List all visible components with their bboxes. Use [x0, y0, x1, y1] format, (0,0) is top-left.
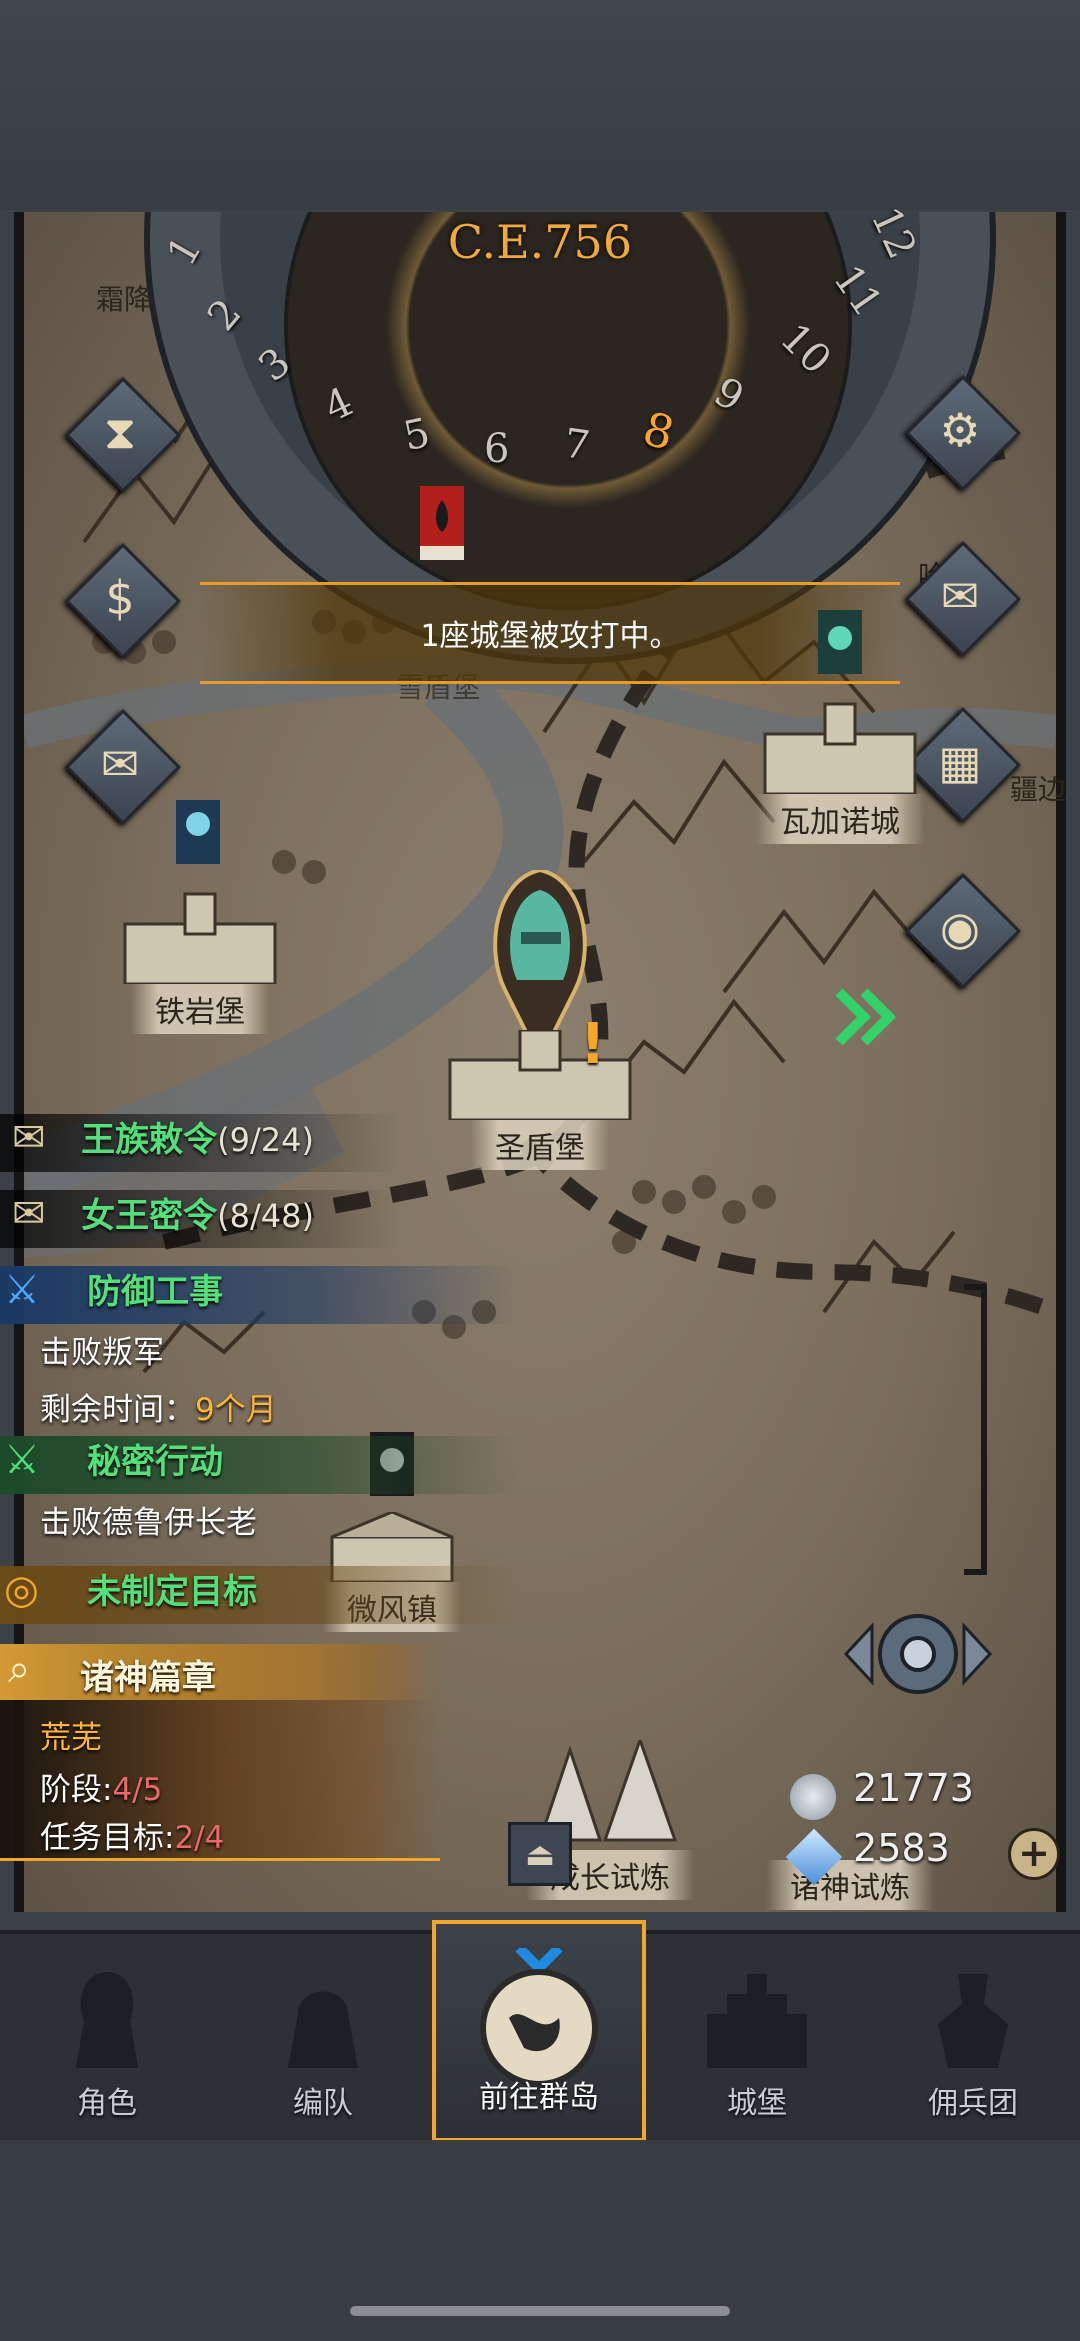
nav-castle[interactable]: 城堡	[650, 1934, 864, 2144]
chapter-name: 荒芜	[40, 1720, 102, 1756]
quest-progress: (8/48)	[217, 1197, 314, 1235]
target-check-icon: ◎	[4, 1567, 39, 1613]
add-resource-button[interactable]: +	[1008, 1828, 1060, 1880]
quest-unset-goal[interactable]: ◎ 未制定目标	[4, 1564, 257, 1613]
nav-character[interactable]: 角色	[0, 1934, 214, 2144]
coin-button[interactable]: ◉	[905, 873, 1021, 989]
time-label: 剩余时间：	[40, 1392, 195, 1428]
nav-formation[interactable]: 编队	[216, 1934, 430, 2144]
city-label: 瓦加诺城	[756, 794, 924, 844]
quest-title: 秘密行动	[87, 1442, 224, 1482]
castle-icon	[123, 892, 277, 984]
quest-progress: (9/24)	[217, 1121, 314, 1159]
quest-desc: 击败叛军	[40, 1335, 164, 1371]
quest-queen-secret[interactable]: ✉ 女王密令(8/48)	[12, 1188, 314, 1237]
map-label-border: 疆边	[1010, 773, 1067, 806]
magnifier-icon: ⌕	[8, 1646, 31, 1692]
quest-title: 防御工事	[87, 1272, 224, 1312]
castle-icon	[763, 702, 917, 794]
quest-defense[interactable]: ⚔ 防御工事 击败叛军 剩余时间：9个月	[4, 1264, 277, 1429]
month-6: 6	[484, 426, 510, 472]
quest-title: 未制定目标	[87, 1572, 258, 1612]
mercenary-emblem-icon	[938, 1974, 1008, 2068]
city-label: 铁岩堡	[131, 984, 269, 1034]
city-wagano[interactable]: 瓦加诺城	[730, 610, 950, 844]
settings-button[interactable]: ⚙	[905, 375, 1021, 491]
silver-coin-icon	[790, 1773, 836, 1820]
recenter-button[interactable]	[836, 1604, 1000, 1704]
nav-mercenary[interactable]: 佣兵团	[866, 1934, 1080, 2144]
silver-amount: 21773	[853, 1766, 974, 1810]
target-label: 任务目标:	[40, 1820, 175, 1856]
bottom-nav: 角色 编队 前往群岛 城堡 佣兵团	[0, 1920, 1080, 2144]
crystal-resource: 2583	[785, 1826, 950, 1885]
silver-resource: 21773	[790, 1766, 974, 1820]
enemy-castle-flag[interactable]	[416, 486, 468, 560]
wagano-flag	[818, 610, 862, 674]
map-label-frost: 霜降	[96, 283, 153, 316]
home-indicator[interactable]	[350, 2306, 730, 2316]
quest-royal-decree[interactable]: ✉ 王族敕令(9/24)	[12, 1112, 314, 1161]
nav-islands[interactable]: 前往群岛	[432, 1920, 646, 2142]
status-bar-area	[0, 0, 1080, 210]
coin-icon: ◉	[939, 901, 981, 955]
crystal-amount: 2583	[853, 1826, 950, 1870]
stage-value: 4/5	[112, 1772, 163, 1808]
gear-icon: ⚙	[939, 403, 981, 457]
crosshair-icon	[843, 1614, 993, 1694]
quest-desc: 击败德鲁伊长老	[40, 1505, 257, 1541]
target-value: 2/4	[174, 1820, 225, 1856]
time-remaining: 9个月	[195, 1392, 277, 1428]
plus-icon: +	[1018, 1831, 1050, 1875]
nav-label: 前往群岛	[479, 2080, 599, 2115]
city-holy-shield[interactable]: 圣盾堡	[430, 870, 650, 1170]
secret-scroll-icon: ✉	[12, 1191, 46, 1237]
city-label: 圣盾堡	[471, 1120, 609, 1170]
quest-title: 王族敕令	[81, 1120, 218, 1160]
quest-title: 诸神篇章	[80, 1658, 216, 1698]
crossed-swords-icon: ⚔	[4, 1267, 40, 1313]
collapse-panel-button[interactable]: ⏏	[508, 1822, 572, 1886]
quest-secret-op[interactable]: ⚔ 秘密行动 击败德鲁伊长老	[4, 1434, 257, 1542]
castle-icon	[707, 1974, 807, 2068]
iron-rock-flag	[176, 800, 220, 864]
city-iron-rock[interactable]: 铁岩堡	[100, 800, 300, 1034]
gods-chapter-panel[interactable]: ⌕ 诸神篇章 荒芜 阶段:4/5 任务目标:2/4	[0, 1644, 440, 1861]
knight-icon	[76, 1972, 138, 2068]
hourglass-button[interactable]: ⧗	[65, 377, 181, 493]
collapse-icon: ⏏	[524, 1835, 556, 1873]
nav-label: 编队	[293, 2086, 353, 2121]
money-bag-button[interactable]: $	[65, 543, 181, 659]
castle-icon	[448, 1030, 632, 1120]
nav-label: 角色	[77, 2086, 137, 2121]
hourglass-icon: ⧗	[103, 405, 137, 459]
decree-scroll-icon: ✉	[12, 1115, 46, 1161]
nav-label: 城堡	[727, 2086, 787, 2121]
crossed-swords-icon: ⚔	[4, 1437, 40, 1483]
stage-label: 阶段:	[40, 1772, 113, 1808]
quest-title: 女王密令	[81, 1196, 218, 1236]
money-bag-icon: $	[105, 571, 135, 625]
nav-label: 佣兵团	[928, 2086, 1018, 2121]
alert-exclamation-icon: !	[580, 1012, 606, 1077]
helmet-group-icon	[288, 1991, 358, 2068]
crystal-icon	[785, 1828, 843, 1885]
